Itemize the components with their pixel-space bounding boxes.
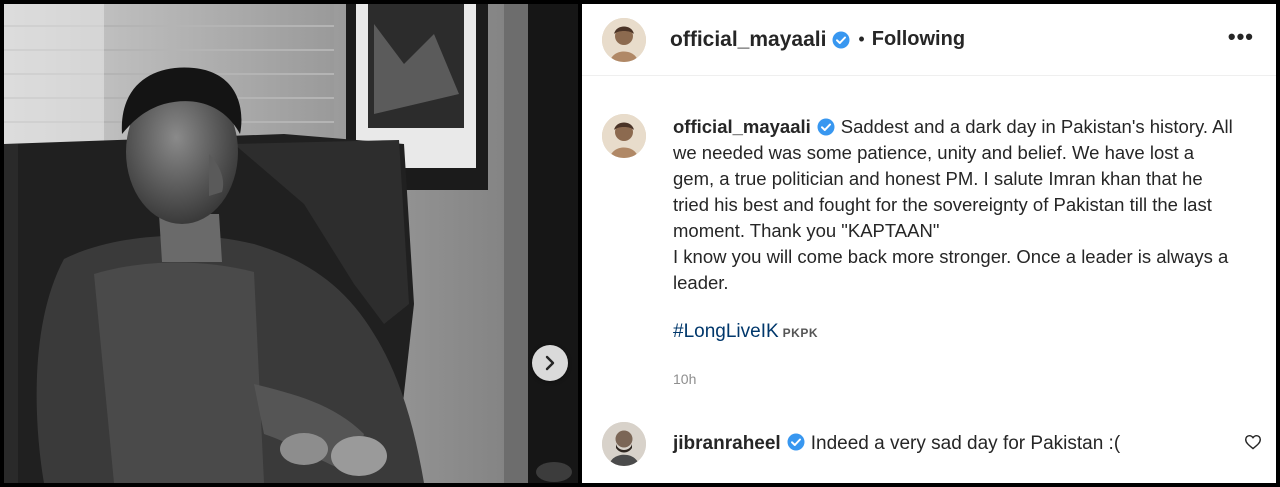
post-details-panel: official_mayaali • Following ••• officia… (582, 4, 1276, 483)
post-header: official_mayaali • Following ••• (582, 4, 1276, 76)
author-avatar[interactable] (602, 17, 646, 62)
caption-line-text: Saddest and a dark day in Pakistan's his… (840, 116, 1233, 137)
caption-line: we needed was some patience, unity and b… (673, 142, 1195, 163)
caption-line: leader. (673, 272, 729, 293)
caption-line: I know you will come back more stronger.… (673, 246, 1229, 267)
caption: official_mayaali Saddest and a dark day i… (602, 114, 1262, 392)
comment-body: Indeed a very sad day for Pakistan :( (810, 433, 1121, 454)
instagram-post-view: official_mayaali • Following ••• officia… (0, 0, 1280, 487)
caption-text: official_mayaali Saddest and a dark day i… (673, 114, 1262, 392)
next-slide-button[interactable] (532, 345, 568, 381)
chevron-right-icon (545, 355, 555, 371)
commenter-username[interactable]: jibranraheel (673, 433, 781, 454)
verified-badge-icon (817, 118, 835, 136)
more-options-button[interactable]: ••• (1228, 26, 1254, 48)
commenter-avatar[interactable] (602, 422, 646, 466)
hashtag-line: #LongLiveIK PKPK (673, 318, 1262, 346)
heart-outline-icon[interactable] (1244, 434, 1262, 450)
comment-item: jibranraheel Indeed a very sad day for Pa… (602, 422, 1262, 466)
caption-line: official_mayaali Saddest and a dark day i… (673, 114, 1262, 140)
caption-line: moment. Thank you "KAPTAAN" (673, 220, 940, 241)
separator-dot: • (858, 29, 865, 49)
caption-line: gem, a true politician and honest PM. I … (673, 168, 1203, 189)
post-photo (4, 4, 578, 483)
caption-line: tried his best and fought for the sovere… (673, 194, 1212, 215)
caption-author-avatar[interactable] (602, 114, 646, 158)
following-button[interactable]: Following (872, 28, 965, 51)
author-username[interactable]: official_mayaali (670, 28, 826, 52)
comment-text: jibranraheel Indeed a very sad day for Pa… (673, 433, 1120, 455)
hashtag-link[interactable]: #LongLiveIK (673, 321, 779, 342)
tag-suffix: PKPK (782, 326, 818, 340)
verified-badge-icon (787, 433, 805, 451)
verified-badge-icon (832, 31, 850, 49)
post-timestamp[interactable]: 10h (673, 366, 1262, 392)
caption-author-username[interactable]: official_mayaali (673, 116, 811, 137)
